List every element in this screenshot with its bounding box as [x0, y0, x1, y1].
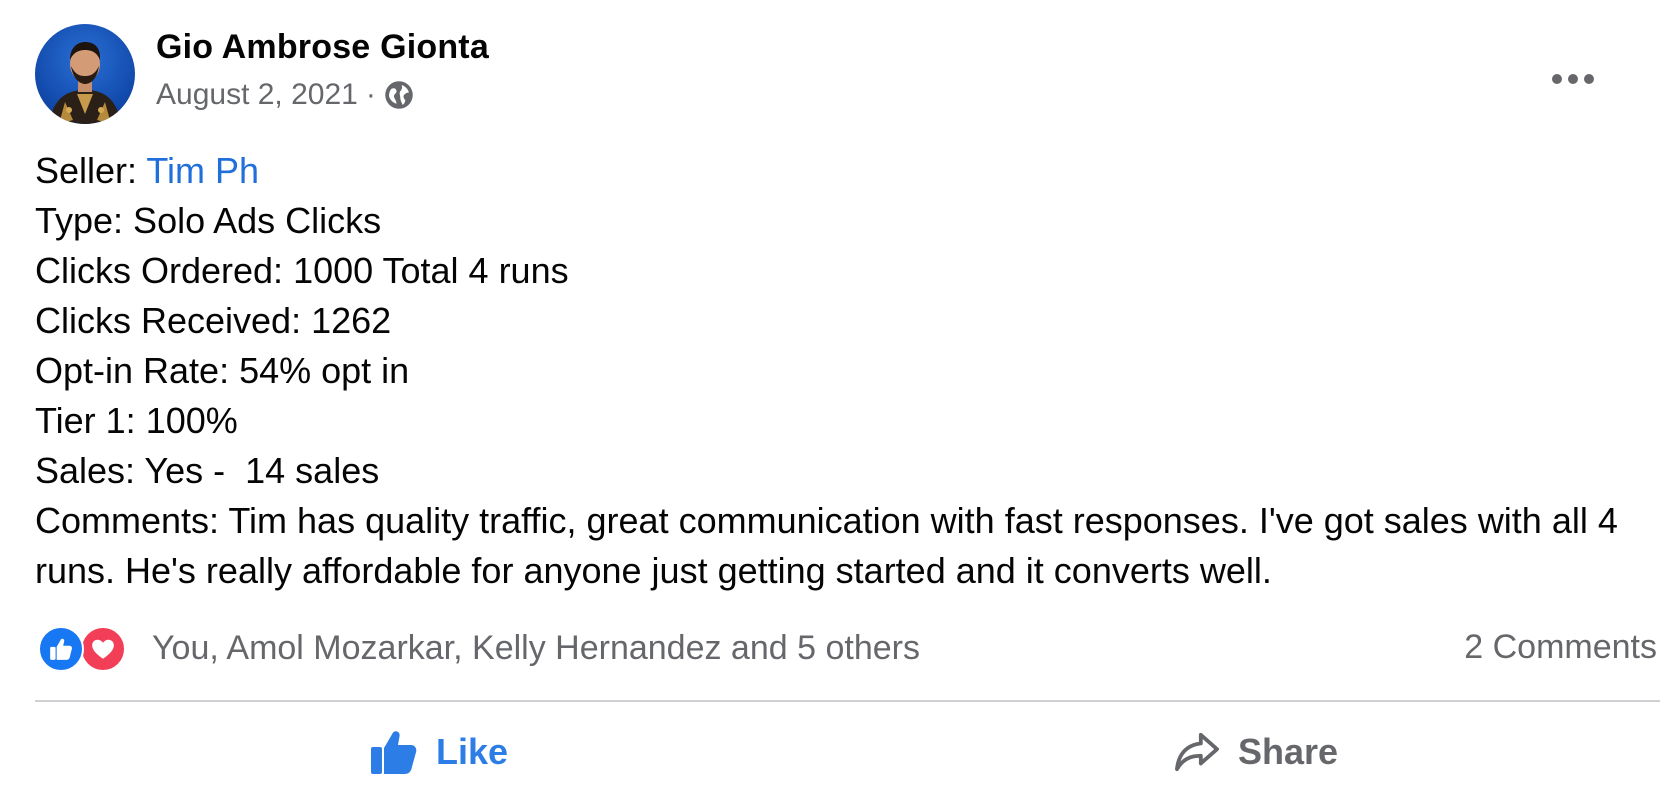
tier-line: Tier 1: 100% — [35, 400, 238, 441]
reaction-summary[interactable]: You, Amol Mozarkar, Kelly Hernandez and … — [38, 622, 920, 674]
sales-line: Sales: Yes - 14 sales — [35, 450, 380, 491]
meta-separator: · — [365, 78, 376, 111]
reaction-people[interactable]: You, Amol Mozarkar, Kelly Hernandez and … — [152, 629, 920, 668]
post-body: Seller: Tim Ph Type: Solo Ads Clicks Cli… — [35, 146, 1660, 596]
post-meta: August 2, 2021 · — [156, 78, 414, 112]
clicks-ordered-line: Clicks Ordered: 1000 Total 4 runs — [35, 250, 569, 291]
seller-line: Seller: Tim Ph — [35, 146, 1660, 196]
globe-icon — [384, 80, 414, 110]
seller-link[interactable]: Tim Ph — [146, 150, 259, 191]
share-button[interactable]: Share — [1174, 722, 1338, 782]
share-label: Share — [1238, 731, 1339, 772]
post-date[interactable]: August 2, 2021 — [156, 78, 358, 112]
post-header: Gio Ambrose Gionta August 2, 2021 · — [35, 24, 1635, 124]
author-name[interactable]: Gio Ambrose Gionta — [156, 28, 489, 67]
like-button[interactable]: Like — [370, 722, 508, 782]
divider — [35, 700, 1660, 702]
like-label: Like — [436, 731, 509, 772]
thumbs-up-icon — [370, 729, 418, 775]
reaction-icons — [38, 624, 134, 672]
author-avatar[interactable] — [35, 24, 135, 124]
seller-label: Seller: — [35, 150, 147, 191]
share-arrow-icon — [1174, 731, 1220, 773]
clicks-received-line: Clicks Received: 1262 — [35, 300, 392, 341]
comments-count[interactable]: 2 Comments — [1464, 628, 1657, 667]
opt-in-rate-line: Opt-in Rate: 54% opt in — [35, 350, 410, 391]
like-reaction-icon — [38, 626, 84, 672]
ellipsis-icon[interactable] — [1543, 59, 1603, 99]
facebook-post: Gio Ambrose Gionta August 2, 2021 · Sell… — [0, 0, 1679, 796]
comments-line: Comments: Tim has quality traffic, great… — [35, 500, 1618, 591]
type-line: Type: Solo Ads Clicks — [35, 200, 382, 241]
love-reaction-icon — [80, 626, 126, 672]
avatar-photo — [35, 24, 135, 124]
